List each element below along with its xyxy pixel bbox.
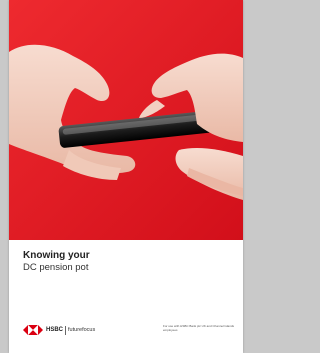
sub-brand-name: futurefocus — [68, 327, 96, 333]
hsbc-hexagon-logo-icon — [23, 325, 43, 335]
cover-footer: HSBC futurefocus For use with HSBC Bank … — [23, 320, 235, 340]
title-subheading: DC pension pot — [23, 262, 89, 273]
brochure-cover: Knowing your DC pension pot HSBC futuref… — [9, 0, 243, 353]
cover-title: Knowing your DC pension pot — [23, 250, 90, 274]
brand-name: HSBC — [46, 327, 64, 333]
title-heading: Knowing your — [23, 250, 90, 261]
fineprint-text: For use with HSBC Bank plc UK and Channe… — [163, 324, 235, 332]
cover-photo — [9, 0, 243, 240]
brand-logo: HSBC futurefocus — [23, 323, 95, 337]
brand-divider — [65, 325, 67, 335]
